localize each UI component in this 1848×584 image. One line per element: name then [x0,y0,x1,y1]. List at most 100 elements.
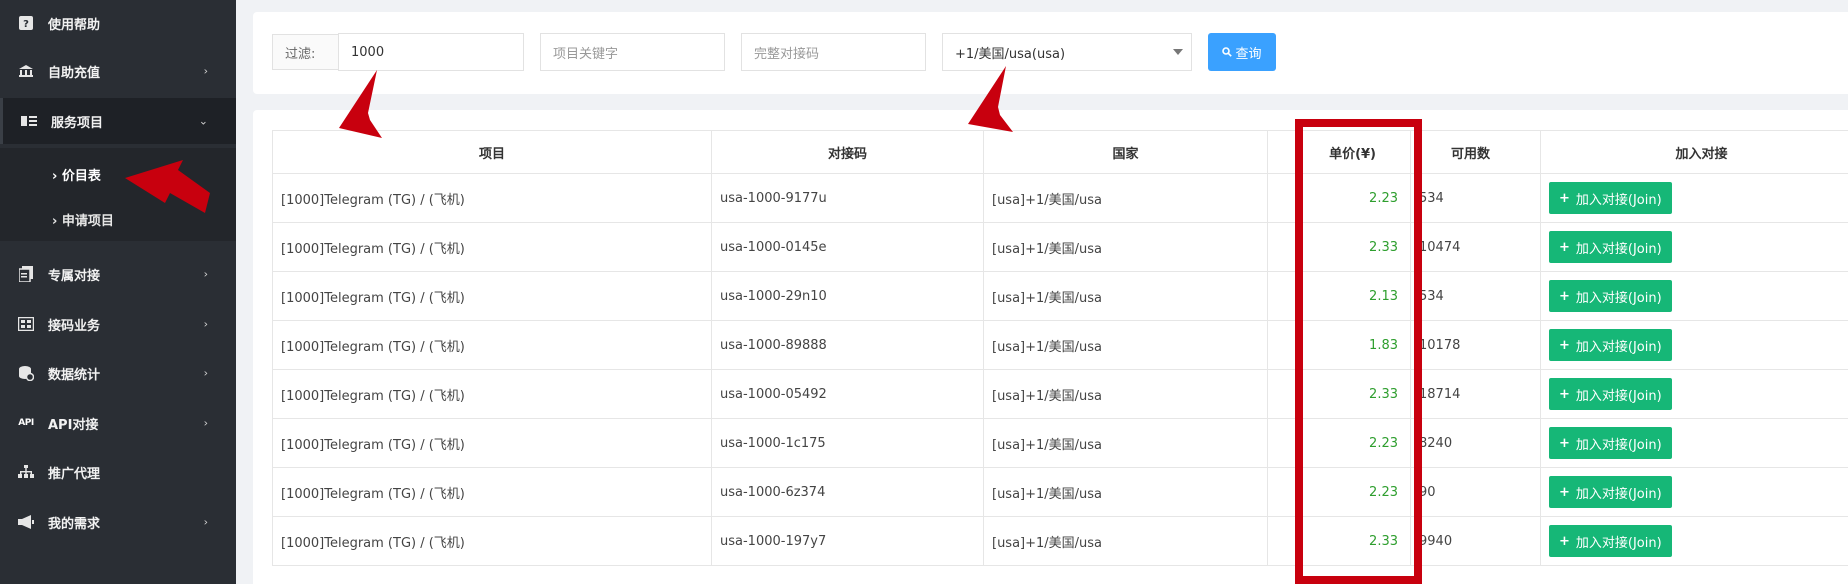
join-button-label: 加入对接(Join) [1575,339,1662,355]
cell-available: 18714 [1410,369,1541,419]
sidebar-item-statistics[interactable]: 数据统计 › [0,350,236,396]
submenu-item-apply-project[interactable]: › 申请项目 [52,210,114,229]
join-button-label: 加入对接(Join) [1575,290,1662,306]
cell-available: 534 [1410,271,1541,321]
query-button[interactable]: 查询 [1208,33,1276,71]
join-button[interactable]: + 加入对接(Join) [1549,476,1672,508]
submenu-item-price-list[interactable]: › 价目表 [52,165,101,184]
cell-join: + 加入对接(Join) [1540,467,1848,517]
cell-available: 10474 [1410,222,1541,272]
plus-icon: + [1559,386,1570,402]
cell-code: usa-1000-89888 [711,320,984,370]
sidebar-item-label: 数据统计 [48,367,101,383]
join-button[interactable]: + 加入对接(Join) [1549,280,1672,312]
cell-available: 9940 [1410,516,1541,566]
cell-country: [usa]+1/美国/usa [983,173,1268,223]
sidebar-item-promotion[interactable]: 推广代理 [0,449,236,495]
country-select-value: +1/美国/usa(usa) [955,46,1066,62]
code-input[interactable]: 完整对接码 [741,33,926,71]
table-row: [1000]Telegram (TG) / (飞机) usa-1000-6z374… [272,467,1848,517]
cell-join: + 加入对接(Join) [1540,173,1848,223]
sidebar-item-services[interactable]: 服务项目 ⌄ [0,98,236,144]
bullhorn-icon [18,514,34,530]
col-header-code: 对接码 [711,130,984,174]
sidebar-item-help[interactable]: ? 使用帮助 [0,0,236,46]
sidebar-item-label: 使用帮助 [48,17,101,33]
cell-project: [1000]Telegram (TG) / (飞机) [272,418,712,468]
join-button[interactable]: + 加入对接(Join) [1549,329,1672,361]
col-header-available[interactable]: 可用数 [1410,130,1541,174]
cell-country: [usa]+1/美国/usa [983,369,1268,419]
annotation-highlight-box [1295,119,1422,584]
cell-join: + 加入对接(Join) [1540,418,1848,468]
cell-code: usa-1000-05492 [711,369,984,419]
sidebar-item-label: 专属对接 [48,268,101,284]
plus-icon: + [1559,190,1570,206]
cell-code: usa-1000-1c175 [711,418,984,468]
cell-available: 534 [1410,173,1541,223]
submenu-services: › 价目表 › 申请项目 [0,148,236,241]
chevron-right-icon: › [203,267,208,281]
sidebar-item-label: API对接 [48,417,99,433]
query-button-label: 查询 [1235,46,1262,62]
sidebar-item-label: 自助充值 [48,65,101,81]
join-button-label: 加入对接(Join) [1575,486,1662,502]
filter-label: 过滤: [272,34,338,70]
plus-icon: + [1559,533,1570,549]
join-button-label: 加入对接(Join) [1575,192,1662,208]
sidebar-item-api[interactable]: API API对接 › [0,400,236,446]
sidebar-item-my-requests[interactable]: 我的需求 › [0,499,236,545]
join-button-label: 加入对接(Join) [1575,437,1662,453]
cell-join: + 加入对接(Join) [1540,516,1848,566]
chevron-right-icon: › [203,366,208,380]
project-id-input[interactable]: 1000 [338,33,524,71]
plus-icon: + [1559,484,1570,500]
cell-project: [1000]Telegram (TG) / (飞机) [272,173,712,223]
cell-available: 90 [1410,467,1541,517]
table-row: [1000]Telegram (TG) / (飞机) usa-1000-1c175… [272,418,1848,468]
cell-join: + 加入对接(Join) [1540,320,1848,370]
cell-join: + 加入对接(Join) [1540,369,1848,419]
database-icon [18,365,34,381]
cell-country: [usa]+1/美国/usa [983,320,1268,370]
sidebar-item-label: 服务项目 [51,115,104,131]
col-header-project: 项目 [272,130,712,174]
cell-code: usa-1000-197y7 [711,516,984,566]
table-row: [1000]Telegram (TG) / (飞机) usa-1000-9177u… [272,173,1848,223]
cell-project: [1000]Telegram (TG) / (飞机) [272,222,712,272]
col-header-country: 国家 [983,130,1268,174]
question-icon: ? [18,15,34,31]
cell-code: usa-1000-29n10 [711,271,984,321]
list-icon [21,113,37,129]
join-button[interactable]: + 加入对接(Join) [1549,182,1672,214]
cell-project: [1000]Telegram (TG) / (飞机) [272,369,712,419]
svg-text:?: ? [23,19,29,30]
grid-icon [18,316,34,332]
cell-code: usa-1000-6z374 [711,467,984,517]
cell-project: [1000]Telegram (TG) / (飞机) [272,516,712,566]
plus-icon: + [1559,239,1570,255]
cell-country: [usa]+1/美国/usa [983,418,1268,468]
sidebar-item-exclusive[interactable]: 专属对接 › [0,251,236,297]
join-button-label: 加入对接(Join) [1575,388,1662,404]
cell-join: + 加入对接(Join) [1540,222,1848,272]
table-row: [1000]Telegram (TG) / (飞机) usa-1000-05492… [272,369,1848,419]
chevron-right-icon: › [203,64,208,78]
country-select[interactable]: +1/美国/usa(usa) [942,33,1192,71]
join-button[interactable]: + 加入对接(Join) [1549,525,1672,557]
sidebar-item-recharge[interactable]: 自助充值 › [0,48,236,94]
cell-join: + 加入对接(Join) [1540,271,1848,321]
join-button-label: 加入对接(Join) [1575,535,1662,551]
plus-icon: + [1559,288,1570,304]
table-row: [1000]Telegram (TG) / (飞机) usa-1000-0145e… [272,222,1848,272]
chevron-right-icon: › [203,515,208,529]
cell-country: [usa]+1/美国/usa [983,222,1268,272]
price-table: 项目 对接码 国家 单价(¥) 可用数 加入对接 [1000]Telegram … [272,130,1848,566]
join-button[interactable]: + 加入对接(Join) [1549,427,1672,459]
join-button[interactable]: + 加入对接(Join) [1549,231,1672,263]
cell-project: [1000]Telegram (TG) / (飞机) [272,271,712,321]
keyword-input[interactable]: 项目关键字 [540,33,725,71]
join-button[interactable]: + 加入对接(Join) [1549,378,1672,410]
sidebar-item-sms-service[interactable]: 接码业务 › [0,301,236,347]
cell-code: usa-1000-0145e [711,222,984,272]
